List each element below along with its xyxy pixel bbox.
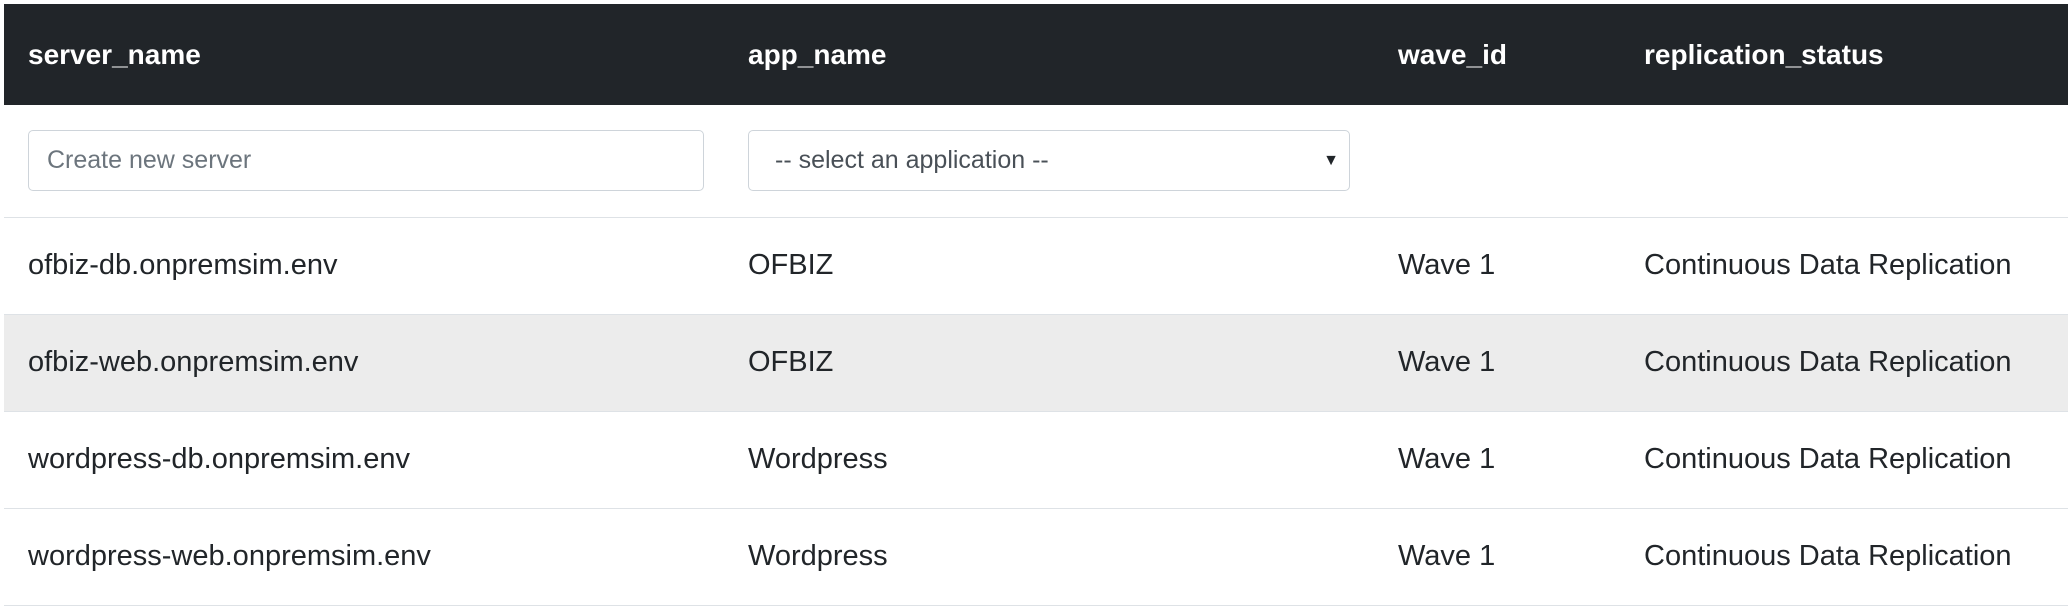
table-row[interactable]: wordpress-web.onpremsim.env Wordpress Wa… (4, 508, 2068, 606)
app-name-cell: Wordpress (724, 508, 1374, 606)
wave-id-cell: Wave 1 (1374, 217, 1620, 315)
replication-status-cell: Continuous Data Replication (1620, 314, 2068, 412)
table-header: server_name app_name wave_id replication… (4, 4, 2068, 105)
application-select-value: -- select an application -- (775, 146, 1049, 175)
app-name-cell: OFBIZ (724, 217, 1374, 315)
server-name-cell: ofbiz-web.onpremsim.env (4, 314, 724, 412)
column-header-app-name[interactable]: app_name (724, 4, 1374, 105)
create-server-cell (4, 105, 724, 218)
create-server-row: -- select an application -- ▼ (4, 105, 2068, 218)
create-server-input[interactable] (28, 130, 704, 192)
servers-table-container: server_name app_name wave_id replication… (4, 4, 2068, 606)
wave-id-cell: Wave 1 (1374, 411, 1620, 509)
app-select-cell: -- select an application -- ▼ (724, 105, 1374, 218)
server-name-cell: wordpress-web.onpremsim.env (4, 508, 724, 606)
caret-down-icon: ▼ (1323, 151, 1339, 169)
server-name-cell: wordpress-db.onpremsim.env (4, 411, 724, 509)
application-select[interactable]: -- select an application -- ▼ (748, 130, 1350, 192)
wave-id-cell: Wave 1 (1374, 314, 1620, 412)
table-row[interactable]: ofbiz-web.onpremsim.env OFBIZ Wave 1 Con… (4, 314, 2068, 412)
column-header-replication-status[interactable]: replication_status (1620, 4, 2068, 105)
replication-status-cell: Continuous Data Replication (1620, 217, 2068, 315)
column-header-wave-id[interactable]: wave_id (1374, 4, 1620, 105)
table-row[interactable]: wordpress-db.onpremsim.env Wordpress Wav… (4, 411, 2068, 509)
app-name-cell: Wordpress (724, 411, 1374, 509)
wave-id-cell: Wave 1 (1374, 508, 1620, 606)
header-row: server_name app_name wave_id replication… (4, 4, 2068, 105)
table-row[interactable]: ofbiz-db.onpremsim.env OFBIZ Wave 1 Cont… (4, 217, 2068, 315)
empty-cell (1620, 105, 2068, 218)
empty-cell (1374, 105, 1620, 218)
servers-table: server_name app_name wave_id replication… (4, 4, 2068, 606)
table-body: -- select an application -- ▼ ofbiz-db.o… (4, 105, 2068, 606)
replication-status-cell: Continuous Data Replication (1620, 508, 2068, 606)
app-name-cell: OFBIZ (724, 314, 1374, 412)
replication-status-cell: Continuous Data Replication (1620, 411, 2068, 509)
column-header-server-name[interactable]: server_name (4, 4, 724, 105)
server-name-cell: ofbiz-db.onpremsim.env (4, 217, 724, 315)
